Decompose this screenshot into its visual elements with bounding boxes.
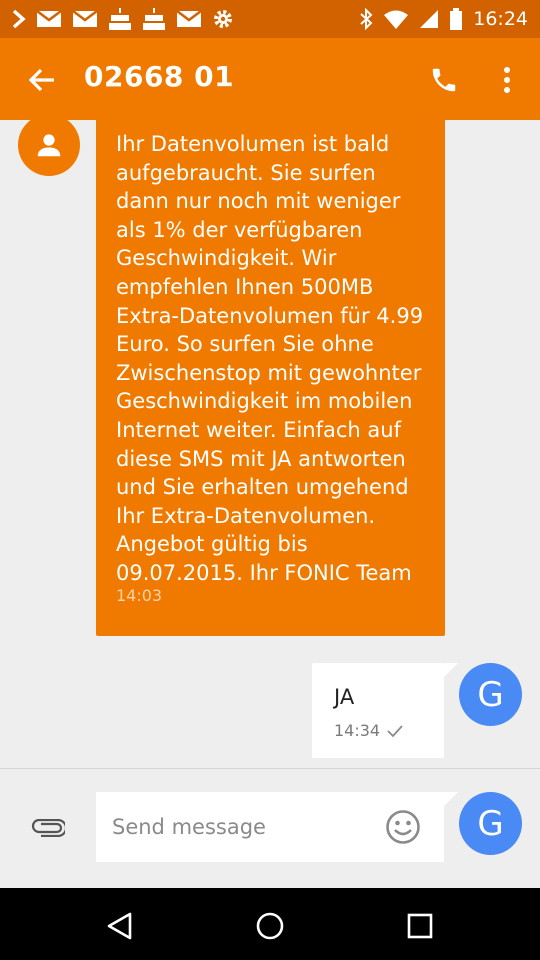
chevron-right-icon — [12, 9, 26, 29]
gear-icon — [214, 10, 232, 28]
nav-home-button[interactable] — [250, 906, 290, 946]
message-timestamp: 14:03 — [116, 586, 163, 605]
status-bar: 16:24 — [0, 0, 540, 38]
mail-icon — [72, 10, 98, 27]
paperclip-icon — [31, 819, 65, 837]
back-button[interactable] — [24, 62, 60, 98]
battery-icon — [450, 8, 463, 30]
emoji-button[interactable] — [384, 808, 422, 846]
attach-button[interactable] — [28, 813, 68, 843]
person-icon — [37, 134, 61, 157]
message-input[interactable] — [112, 806, 372, 848]
incoming-message[interactable]: Ihr Datenvolumen ist bald aufgebraucht. … — [96, 120, 445, 636]
message-meta: 14:34 — [334, 721, 404, 740]
contact-avatar[interactable] — [18, 120, 80, 176]
call-button[interactable] — [424, 60, 464, 100]
message-input-box — [96, 792, 444, 862]
send-button[interactable]: G — [459, 792, 522, 855]
circle-home-icon — [256, 912, 284, 940]
nav-back-button[interactable] — [100, 906, 140, 946]
bluetooth-icon — [360, 8, 373, 30]
clock: 16:24 — [473, 8, 528, 30]
message-text: Ihr Datenvolumen ist bald aufgebraucht. … — [116, 132, 424, 585]
phone-icon — [432, 68, 456, 92]
smiley-icon — [386, 810, 420, 844]
cake-icon — [109, 8, 131, 30]
outgoing-message[interactable]: JA 14:34 — [312, 663, 444, 758]
arrow-left-icon — [28, 68, 54, 92]
conversation[interactable]: Ihr Datenvolumen ist bald aufgebraucht. … — [0, 120, 540, 768]
compose-bar: G — [0, 768, 540, 889]
app-bar: 02668 01 — [0, 38, 540, 120]
triangle-back-icon — [107, 912, 132, 940]
navigation-bar — [0, 888, 540, 960]
square-recents-icon — [407, 913, 433, 939]
message-timestamp: 14:34 — [334, 721, 381, 740]
bubble-tail — [444, 663, 458, 677]
nav-recents-button[interactable] — [400, 906, 440, 946]
message-text: JA — [334, 685, 355, 709]
mail-icon — [176, 10, 202, 27]
self-avatar[interactable]: G — [459, 663, 522, 726]
notification-icons — [12, 0, 234, 38]
more-vert-icon — [504, 67, 510, 93]
conversation-title: 02668 01 — [84, 60, 235, 93]
mail-icon — [36, 10, 62, 27]
more-options-button[interactable] — [490, 60, 524, 100]
system-icons: 16:24 — [359, 0, 528, 38]
check-icon — [387, 724, 403, 737]
cake-icon — [143, 8, 165, 30]
signal-icon — [420, 10, 439, 28]
input-tail — [444, 792, 458, 806]
wifi-icon — [384, 10, 409, 29]
